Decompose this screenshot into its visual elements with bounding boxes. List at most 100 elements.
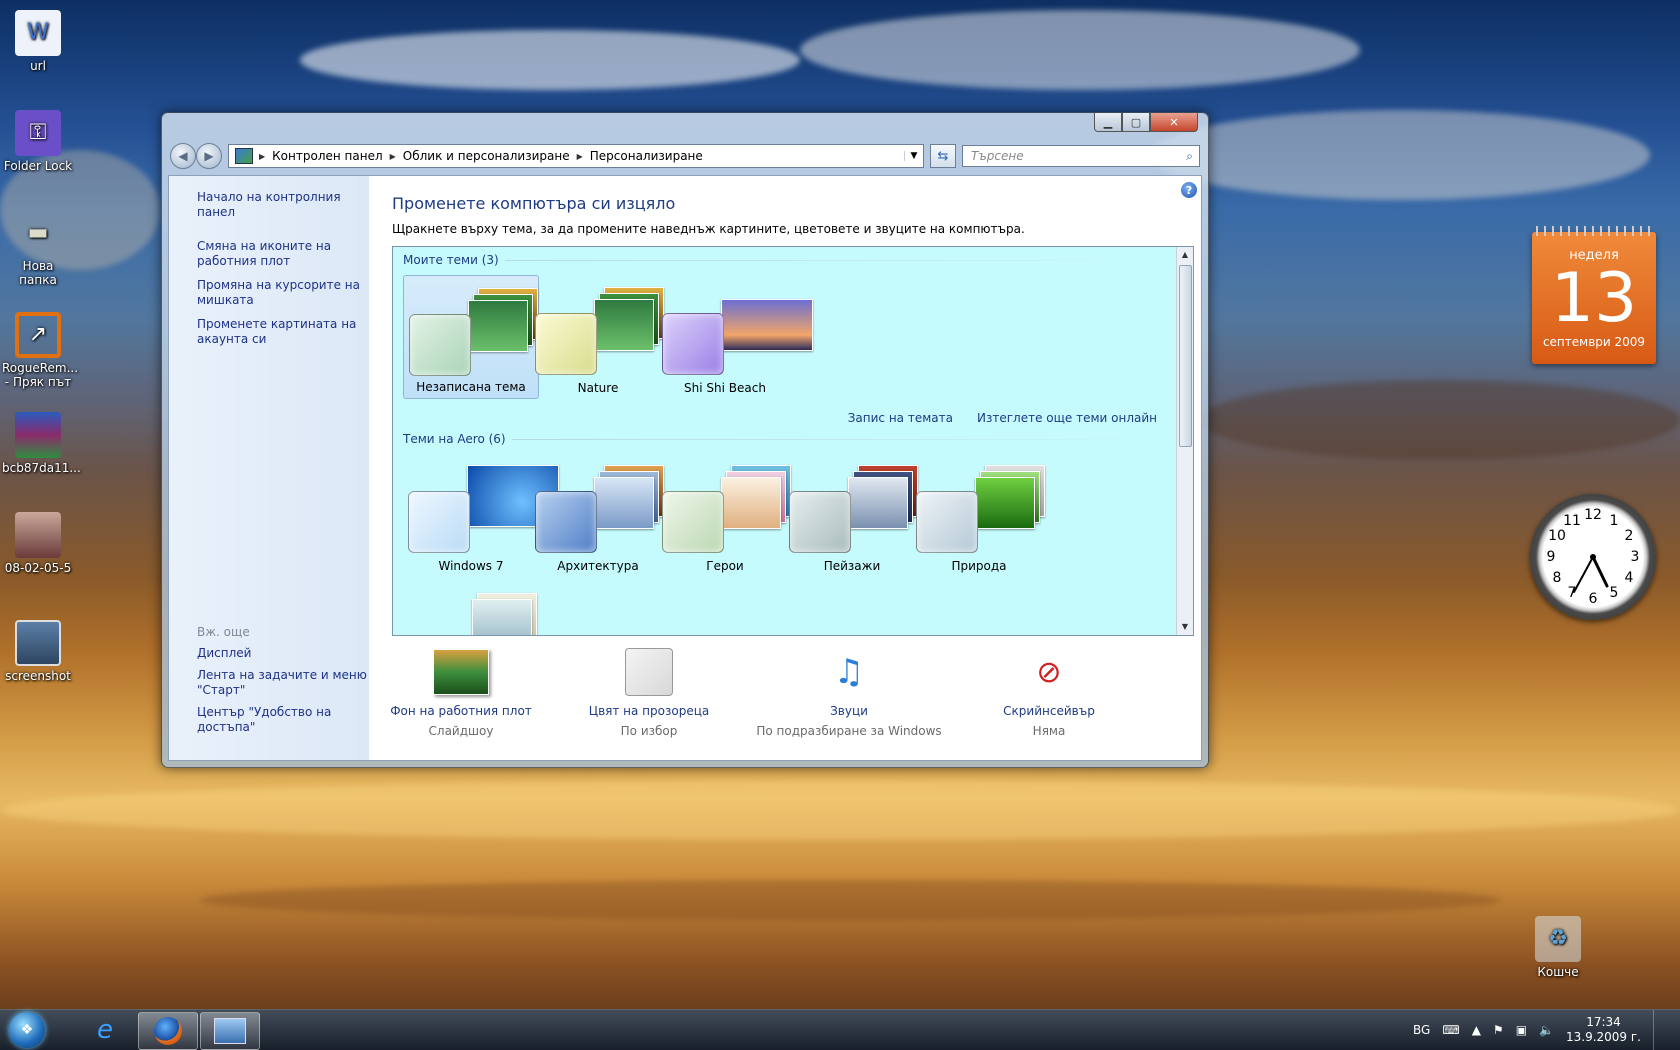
taskbar-control-panel[interactable] [200,1012,260,1050]
show-desktop-button[interactable] [1653,1010,1666,1050]
theme-wallpaper-stack [467,465,559,527]
aero-themes-group: Теми на Aero (6) [403,432,1192,446]
theme-unsaved[interactable]: Незаписана тема [403,275,539,399]
back-button[interactable]: ◀ [170,143,196,169]
clock-gadget[interactable]: 12 1 2 3 4 5 6 7 8 9 10 11 [1530,494,1656,620]
gallery-scrollbar[interactable]: ▲ ▼ [1176,247,1193,635]
taskbar-internet-explorer[interactable]: e [76,1012,134,1048]
sounds-button[interactable]: ♫ Звуци По подразбиране за Windows [749,646,949,738]
window-color-button[interactable]: Цвят на прозореца По избор [549,646,749,738]
scroll-thumb[interactable] [1179,265,1192,447]
minimize-button[interactable]: ▁ [1094,113,1122,132]
save-theme-link[interactable]: Запис на темата [848,411,953,425]
network-icon[interactable]: ▣ [1516,1023,1527,1037]
desktop-icon-rogue[interactable]: ↗ RogueRem... - Пряк път [2,312,78,389]
theme-wallpaper-stack [721,465,791,529]
desktop-icon-photo[interactable]: 08-02-05-5 [2,512,74,575]
main-pane: ? Променете компютъра си изцяло Щракнете… [369,176,1201,760]
back-arrow-icon: ◀ [178,149,188,163]
screensaver-label: Скрийнсейвър [1003,704,1095,718]
theme-shi-shi-beach[interactable]: Shi Shi Beach [657,275,813,399]
action-center-flag-icon[interactable]: ⚑ [1493,1023,1504,1037]
screensaver-button[interactable]: ⊘ Скрийнсейвър Няма [949,646,1149,739]
desktop-icon-winrar[interactable]: bcb87da11... [2,412,81,475]
my-themes-header: Моите теми (3) [403,253,499,267]
help-icon: ? [1185,183,1193,197]
search-input[interactable] [969,148,1173,164]
desktop-background-button[interactable]: Фон на работния плот Слайдшоу [361,646,561,738]
control-panel-home-link[interactable]: Начало на контролния панел [197,190,369,220]
theme-characters[interactable]: Герои [657,453,793,577]
theme-landscapes[interactable]: Пейзажи [784,453,920,577]
tray-clock[interactable]: 17:34 13.9.2009 г. [1566,1015,1641,1045]
volume-icon[interactable]: 🔈 [1539,1023,1554,1037]
theme-architecture[interactable]: Архитектура [530,453,666,577]
close-icon: ✕ [1169,115,1179,129]
sounds-value: По подразбиране за Windows [756,724,942,738]
desktop-background-value: Слайдшоу [428,724,494,738]
close-button[interactable]: ✕ [1150,113,1198,132]
ease-of-access-link[interactable]: Център "Удобство на достъпа" [197,705,367,735]
desktop-icon-new-folder[interactable]: ▬ Нова папка [2,210,74,288]
theme-color-swatch [409,314,471,376]
change-mouse-pointers-link[interactable]: Промяна на курсорите на мишката [197,278,367,308]
desktop-icon-recycle-bin[interactable]: ♻ Кошче [1522,916,1594,979]
display-link[interactable]: Дисплей [197,646,367,661]
control-panel-icon [235,148,253,164]
theme-color-swatch [916,491,978,553]
theme-settings-bar: Фон на работния плот Слайдшоу Цвят на пр… [369,646,1201,746]
get-more-themes-link[interactable]: Изтеглете още теми онлайн [977,411,1157,425]
theme-label: Пейзажи [823,559,881,573]
window-color-label: Цвят на прозореца [588,704,710,718]
address-dropdown-icon[interactable]: ▼ [904,151,923,161]
desktop-background-label: Фон на работния плот [390,704,532,718]
scroll-up-icon[interactable]: ▲ [1177,247,1193,263]
maximize-icon: ▢ [1130,115,1142,129]
theme-nature[interactable]: Nature [530,275,666,399]
start-button[interactable]: ❖ [4,1010,50,1050]
desktop-icon-screenshot[interactable]: screenshot [2,620,74,683]
theme-nature-aero[interactable]: Природа [911,453,1047,577]
refresh-button[interactable]: ⇆ [930,144,956,168]
page-description: Щракнете върху тема, за да промените нав… [392,222,1025,236]
theme-gallery: Моите теми (3) Незаписана тема Nature Sh… [392,246,1194,636]
show-hidden-icons-icon[interactable]: ▲ [1472,1023,1481,1037]
theme-wallpaper-stack [848,465,918,529]
language-indicator[interactable]: BG [1413,1023,1430,1037]
theme-color-swatch [662,313,724,375]
keyboard-icon[interactable]: ⌨ [1442,1023,1459,1037]
address-bar[interactable]: ▶ Контролен панел ▶ Облик и персонализир… [228,144,924,168]
taskbar-start-menu-link[interactable]: Лента на задачите и меню "Старт" [197,668,367,698]
scroll-down-icon[interactable]: ▼ [1177,619,1193,635]
photo-icon [15,512,61,558]
desktop-background-icon [431,646,491,698]
forward-button[interactable]: ▶ [196,143,222,169]
theme-wallpaper-stack [721,287,813,351]
change-account-picture-link[interactable]: Променете картината на акаунта си [197,317,367,347]
help-button[interactable]: ? [1181,182,1197,198]
theme-partial[interactable] [403,581,539,635]
change-desktop-icons-link[interactable]: Смяна на иконите на работния плот [197,239,367,269]
theme-label: Герои [706,559,744,573]
sounds-label: Звуци [830,704,868,718]
window-color-icon [619,646,679,698]
theme-wallpaper-stack [468,288,538,352]
theme-label: Shi Shi Beach [684,381,766,395]
breadcrumb-appearance[interactable]: Облик и персонализиране [396,149,577,163]
tank-icon: ▬ [27,220,49,245]
theme-color-swatch [535,313,597,375]
search-icon[interactable]: ⌕ [1186,149,1193,164]
desktop-icon-folder-lock[interactable]: ⚿ Folder Lock [2,110,74,173]
calendar-gadget[interactable]: неделя 13 септември 2009 [1532,226,1656,364]
breadcrumb-personalization[interactable]: Персонализиране [583,149,710,163]
theme-wallpaper-stack [467,593,537,635]
system-tray: BG ⌨ ▲ ⚑ ▣ 🔈 17:34 13.9.2009 г. [1413,1010,1680,1050]
control-panel-icon [214,1018,246,1044]
taskbar-firefox[interactable] [138,1012,198,1050]
maximize-button[interactable]: ▢ [1122,113,1150,132]
desktop-icon-url[interactable]: Wurl [2,10,74,73]
breadcrumb-control-panel[interactable]: Контролен панел [265,149,389,163]
calendar-day: 13 [1550,259,1638,338]
theme-windows-7[interactable]: Windows 7 [403,453,559,577]
theme-color-swatch [408,491,470,553]
